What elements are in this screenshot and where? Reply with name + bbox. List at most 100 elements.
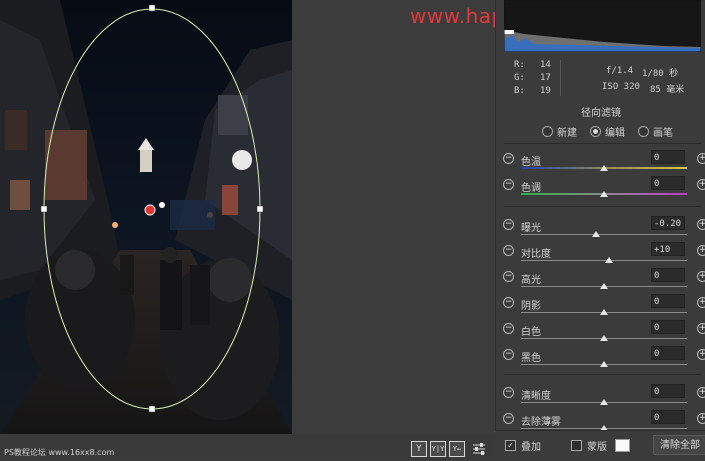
radio-brush[interactable] <box>638 126 649 137</box>
slider-value-field[interactable]: 0 <box>651 150 685 164</box>
b-label: B: <box>514 86 525 96</box>
slider-label: 清晰度 <box>521 391 551 402</box>
pixel-readout: R: 14 G: 17 B: 19 f/1.4 1/80 秒 ISO 320 85 毫… <box>496 56 705 100</box>
mode-new[interactable]: 新建 <box>542 124 577 139</box>
readout-g: G: 17 <box>514 73 551 83</box>
plus-icon[interactable]: + <box>697 179 705 190</box>
slider-thumb[interactable] <box>600 399 608 405</box>
ellipse-handle-right <box>256 205 264 213</box>
canvas-area[interactable]: www.happyjiansheji.com PS教程论坛 www.16xx8.… <box>0 0 668 460</box>
slider-thumb[interactable] <box>600 191 608 197</box>
group-divider <box>504 206 701 207</box>
slider-row: − 色调 0 + <box>496 176 705 202</box>
slider-thumb[interactable] <box>600 335 608 341</box>
plus-icon[interactable]: + <box>697 297 705 308</box>
slider-value-field[interactable]: 0 <box>651 176 685 190</box>
slider-value-field[interactable]: 0 <box>651 320 685 334</box>
minus-icon[interactable]: − <box>503 219 514 230</box>
clear-all-button[interactable]: 清除全部 <box>653 435 705 455</box>
panel-bottom-bar: ✓ 叠加 蒙版 清除全部 <box>495 430 705 461</box>
minus-icon[interactable]: − <box>503 413 514 424</box>
slider-value-field[interactable]: 0 <box>651 346 685 360</box>
before-after-split-button[interactable]: Y|Y <box>430 441 446 457</box>
ellipse-handle-bottom <box>148 405 156 413</box>
minus-icon[interactable]: − <box>503 349 514 360</box>
readout-divider <box>560 60 561 96</box>
minus-icon[interactable]: − <box>503 153 514 164</box>
slider-row: − 白色 0 + <box>496 320 705 346</box>
aperture: f/1.4 <box>606 66 634 76</box>
plus-icon[interactable]: + <box>697 271 705 282</box>
slider-label: 去除薄雾 <box>521 417 561 428</box>
readout-r: R: 14 <box>514 60 551 70</box>
minus-icon[interactable]: − <box>503 271 514 282</box>
slider-value-field[interactable]: -0.20 <box>651 216 685 230</box>
slider-value-field[interactable]: 0 <box>651 410 685 424</box>
minus-icon[interactable]: − <box>503 323 514 334</box>
g-value: 17 <box>540 73 551 83</box>
plus-icon[interactable]: + <box>697 413 705 424</box>
slider-row: − 曝光 -0.20 + <box>496 216 705 242</box>
slider-thumb[interactable] <box>600 283 608 289</box>
b-value: 19 <box>540 86 551 96</box>
slider-row: − 黑色 0 + <box>496 346 705 372</box>
mask-checkbox[interactable] <box>571 440 582 451</box>
slider-thumb[interactable] <box>600 165 608 171</box>
shutter-speed: 1/80 秒 <box>642 69 679 79</box>
plus-icon[interactable]: + <box>697 387 705 398</box>
mode-edit[interactable]: 编辑 <box>590 124 625 139</box>
plus-icon[interactable]: + <box>697 153 705 164</box>
mode-divider <box>504 143 701 144</box>
swap-settings-label: Y← <box>452 445 462 453</box>
view-toggle-y-label: Y <box>416 444 422 454</box>
mode-new-label: 新建 <box>557 128 577 139</box>
mask-color-swatch[interactable] <box>615 439 630 452</box>
slider-thumb[interactable] <box>591 231 600 237</box>
slider-value-field[interactable]: 0 <box>651 268 685 282</box>
slider-value-field[interactable]: +10 <box>651 242 685 256</box>
ellipse-handle-left <box>40 205 48 213</box>
minus-icon[interactable]: − <box>503 245 514 256</box>
view-toggle-y-button[interactable]: Y <box>411 441 427 457</box>
swap-settings-button[interactable]: Y← <box>449 441 465 457</box>
slider-value-field[interactable]: 0 <box>651 384 685 398</box>
adjustment-panel: R: 14 G: 17 B: 19 f/1.4 1/80 秒 ISO 320 85 毫… <box>495 0 705 460</box>
iso: ISO 320 <box>602 82 640 92</box>
photo-preview[interactable] <box>0 0 292 434</box>
mode-edit-label: 编辑 <box>605 128 625 139</box>
slider-track[interactable] <box>521 234 687 235</box>
overlay-label: 叠加 <box>521 442 541 453</box>
r-value: 14 <box>540 60 551 70</box>
minus-icon[interactable]: − <box>503 179 514 190</box>
slider-thumb[interactable] <box>604 257 613 263</box>
slider-label: 色调 <box>521 183 541 194</box>
mode-brush-label: 画笔 <box>653 128 673 139</box>
slider-value-field[interactable]: 0 <box>651 294 685 308</box>
radio-edit[interactable] <box>590 126 601 137</box>
r-label: R: <box>514 60 525 70</box>
group-divider <box>504 374 701 375</box>
slider-row: − 阴影 0 + <box>496 294 705 320</box>
slider-thumb[interactable] <box>600 361 608 367</box>
plus-icon[interactable]: + <box>697 349 705 360</box>
slider-label: 白色 <box>521 327 541 338</box>
before-after-split-label: Y|Y <box>431 445 445 453</box>
mask-label: 蒙版 <box>587 442 607 453</box>
plus-icon[interactable]: + <box>697 219 705 230</box>
slider-label: 阴影 <box>521 301 541 312</box>
filter-pin <box>144 204 156 216</box>
slider-label: 黑色 <box>521 353 541 364</box>
plus-icon[interactable]: + <box>697 245 705 256</box>
minus-icon[interactable]: − <box>503 297 514 308</box>
night-street-photo <box>0 0 292 434</box>
sliders-icon[interactable] <box>471 441 487 457</box>
slider-thumb[interactable] <box>600 309 608 315</box>
slider-row: − 高光 0 + <box>496 268 705 294</box>
slider-label: 曝光 <box>521 223 541 234</box>
mode-brush[interactable]: 画笔 <box>638 124 673 139</box>
overlay-checkbox[interactable]: ✓ <box>505 440 516 451</box>
plus-icon[interactable]: + <box>697 323 705 334</box>
radio-new[interactable] <box>542 126 553 137</box>
ellipse-handle-top <box>148 4 156 12</box>
minus-icon[interactable]: − <box>503 387 514 398</box>
